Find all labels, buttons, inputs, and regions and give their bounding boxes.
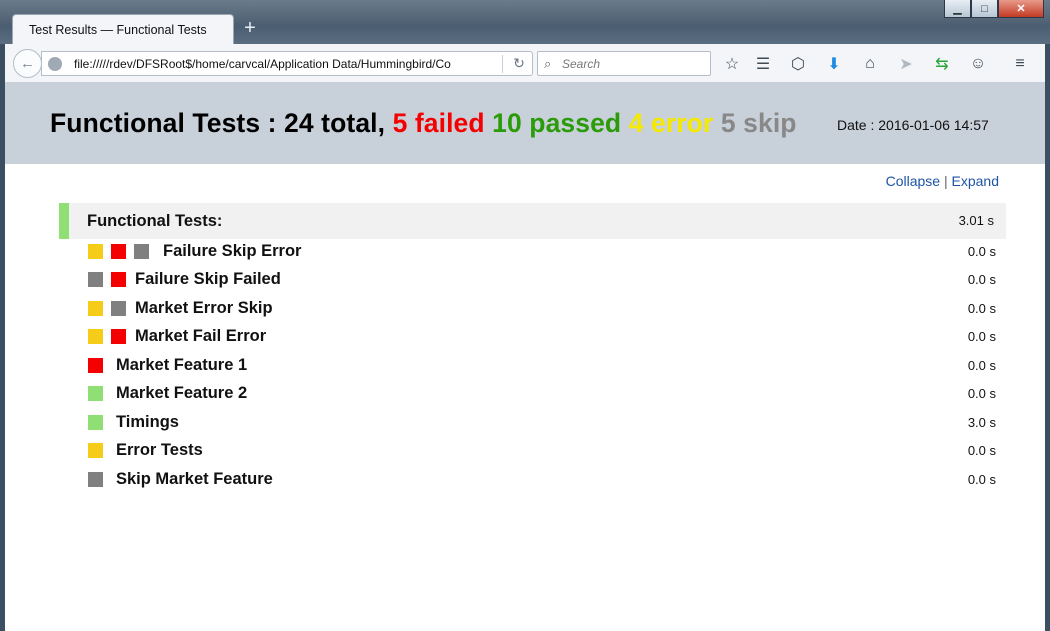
test-name: Market Feature 1 (116, 356, 248, 374)
suite-time: 3.01 s (958, 213, 994, 228)
test-time: 0.0 s (967, 329, 996, 344)
failed-count: 5 failed (392, 108, 485, 138)
reading-list-icon[interactable]: ☰ (752, 53, 774, 75)
search-placeholder: Search (562, 57, 601, 71)
test-time: 0.0 s (967, 443, 996, 458)
status-square-green (88, 386, 103, 401)
test-time: 0.0 s (967, 301, 996, 316)
navigation-toolbar: file://///rdev/DFSRoot$/home/carvcal/App… (5, 44, 1045, 83)
address-bar[interactable]: file://///rdev/DFSRoot$/home/carvcal/App… (41, 51, 533, 76)
suite-row[interactable]: Functional Tests: 3.01 s (59, 203, 1006, 239)
test-time: 0.0 s (967, 272, 996, 287)
test-row[interactable]: Market Feature 1 0.0 s (88, 355, 996, 377)
test-name: Market Fail Error (135, 327, 267, 345)
search-input[interactable]: ⌕ Search (537, 51, 711, 76)
smiley-icon[interactable]: ☺ (967, 53, 989, 75)
globe-icon (48, 57, 62, 71)
status-square-yellow (88, 301, 103, 316)
downloads-icon[interactable]: ⬇ (823, 53, 845, 75)
send-icon[interactable]: ➤ (895, 53, 917, 75)
browser-tab[interactable]: Test Results — Functional Tests (12, 14, 234, 44)
test-row[interactable]: Timings 3.0 s (88, 412, 996, 434)
total-count: 24 total, (284, 108, 386, 138)
suite-name: Functional Tests: (87, 212, 223, 230)
collapse-link[interactable]: Collapse (886, 173, 940, 189)
test-name: Timings (116, 413, 179, 431)
new-tab-button[interactable]: + (240, 16, 260, 40)
skip-count: 5 skip (720, 108, 797, 138)
test-time: 0.0 s (967, 358, 996, 373)
test-row[interactable]: Failure Skip Failed 0.0 s (88, 269, 996, 291)
status-square-red (111, 244, 126, 259)
status-square-gray (88, 472, 103, 487)
test-row[interactable]: Failure Skip Error 0.0 s (88, 241, 996, 263)
status-square-yellow (88, 443, 103, 458)
test-row[interactable]: Market Feature 2 0.0 s (88, 383, 996, 405)
status-square-gray (88, 272, 103, 287)
window-frame-right (1045, 44, 1050, 631)
test-name: Failure Skip Failed (135, 270, 281, 288)
search-icon: ⌕ (544, 56, 552, 71)
test-row[interactable]: Error Tests 0.0 s (88, 440, 996, 462)
collapse-expand-links: Collapse | Expand (886, 173, 999, 189)
test-time: 0.0 s (967, 472, 996, 487)
page-content: Functional Tests : 24 total, 5 failed 10… (5, 83, 1045, 631)
test-row[interactable]: Skip Market Feature 0.0 s (88, 469, 996, 491)
suite-status-bar (59, 203, 69, 239)
test-name: Skip Market Feature (116, 470, 273, 488)
test-name: Failure Skip Error (163, 242, 302, 260)
back-arrow-icon: ← (20, 55, 35, 72)
test-time: 3.0 s (967, 415, 996, 430)
home-icon[interactable]: ⌂ (859, 53, 881, 75)
test-row[interactable]: Market Error Skip 0.0 s (88, 298, 996, 320)
test-name: Error Tests (116, 441, 203, 459)
test-time: 0.0 s (967, 386, 996, 401)
status-square-yellow (88, 329, 103, 344)
pocket-icon[interactable]: ⬡ (787, 53, 809, 75)
reload-icon[interactable]: ↻ (510, 55, 528, 73)
status-square-yellow (88, 244, 103, 259)
status-square-gray (134, 244, 149, 259)
status-square-green (88, 415, 103, 430)
back-button[interactable]: ← (13, 49, 42, 78)
links-separator: | (943, 173, 948, 189)
maximize-button[interactable]: □ (971, 0, 998, 18)
status-square-red (111, 272, 126, 287)
test-name: Market Feature 2 (116, 384, 248, 402)
urlbar-separator (502, 55, 503, 73)
passed-count: 10 passed (492, 108, 622, 138)
bookmark-star-icon[interactable]: ☆ (721, 53, 743, 75)
report-header: Functional Tests : 24 total, 5 failed 10… (5, 83, 1045, 164)
sync-arrows-icon[interactable]: ⇆ (931, 53, 953, 75)
test-time: 0.0 s (967, 244, 996, 259)
window-controls: ▁ □ ✕ (944, 0, 1044, 18)
error-count: 4 error (628, 108, 714, 138)
close-button[interactable]: ✕ (998, 0, 1044, 18)
test-name: Market Error Skip (135, 299, 273, 317)
tab-title: Test Results — Functional Tests (29, 22, 207, 37)
expand-link[interactable]: Expand (952, 173, 999, 189)
title-prefix: Functional Tests : (50, 108, 285, 138)
status-square-gray (111, 301, 126, 316)
menu-icon[interactable]: ≡ (1009, 53, 1031, 75)
url-text: file://///rdev/DFSRoot$/home/carvcal/App… (74, 57, 451, 71)
report-title: Functional Tests : 24 total, 5 failed 10… (50, 108, 797, 139)
report-date: Date : 2016-01-06 14:57 (837, 117, 989, 133)
minimize-button[interactable]: ▁ (944, 0, 971, 18)
test-row[interactable]: Market Fail Error 0.0 s (88, 326, 996, 348)
status-square-red (111, 329, 126, 344)
status-square-red (88, 358, 103, 373)
